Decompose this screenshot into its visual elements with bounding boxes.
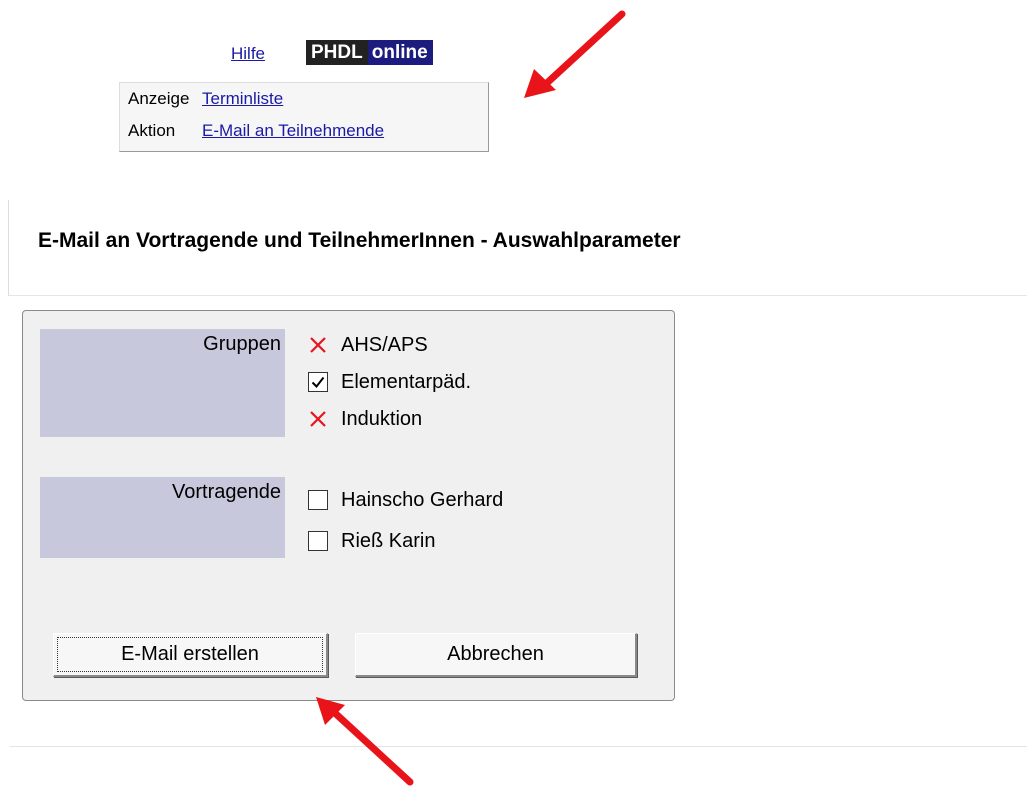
terminliste-link[interactable]: Terminliste — [202, 89, 283, 108]
group-option-elementarpaed[interactable]: Elementarpäd. — [308, 367, 471, 397]
speaker-option-riess[interactable]: Rieß Karin — [308, 526, 435, 556]
cancel-button[interactable]: Abbrechen — [355, 633, 637, 677]
checkmark-icon — [311, 376, 325, 389]
group-option-label: Elementarpäd. — [341, 370, 472, 393]
group-option-label: Induktion — [341, 407, 423, 430]
title-area: E-Mail an Vortragende und TeilnehmerInne… — [8, 200, 1027, 296]
checkbox-unchecked[interactable] — [308, 490, 328, 510]
logo-text-phdl: PHDL — [306, 40, 368, 65]
groups-label: Gruppen — [40, 329, 285, 437]
logo-text-online: online — [367, 40, 433, 65]
nav-row-action: Aktion E-Mail an Teilnehmende — [128, 119, 384, 143]
x-mark-icon — [308, 409, 328, 429]
create-email-button[interactable]: E-Mail erstellen — [53, 633, 328, 677]
speaker-option-hainscho[interactable]: Hainscho Gerhard — [308, 485, 503, 515]
group-option-ahs-aps: AHS/APS — [308, 330, 428, 360]
cancel-button-label: Abbrechen — [447, 643, 544, 665]
help-link[interactable]: Hilfe — [231, 44, 265, 64]
checkbox-checked[interactable] — [308, 372, 328, 392]
nav-label-action: Aktion — [128, 121, 176, 140]
nav-row-display: Anzeige Terminliste — [128, 87, 283, 111]
arrow-icon-top — [524, 10, 626, 98]
group-option-induktion: Induktion — [308, 404, 422, 434]
phdl-online-logo: PHDL online — [306, 40, 433, 65]
create-email-button-label: E-Mail erstellen — [57, 637, 323, 672]
page-title: E-Mail an Vortragende und TeilnehmerInne… — [38, 229, 681, 252]
speakers-label-text: Vortragende — [172, 481, 281, 503]
speaker-option-label: Rieß Karin — [341, 529, 436, 552]
x-mark-icon — [308, 335, 328, 355]
group-option-label: AHS/APS — [341, 333, 428, 356]
arrow-icon-bottom — [316, 697, 414, 786]
navigation-box: Anzeige Terminliste Aktion E-Mail an Teiln… — [119, 82, 489, 152]
speakers-label: Vortragende — [40, 477, 285, 558]
speaker-option-label: Hainscho Gerhard — [341, 488, 504, 511]
groups-label-text: Gruppen — [203, 333, 281, 355]
bottom-divider — [10, 746, 1027, 747]
nav-label-display: Anzeige — [128, 89, 190, 108]
email-participants-link[interactable]: E-Mail an Teilnehmende — [202, 121, 384, 140]
checkbox-unchecked[interactable] — [308, 531, 328, 551]
selection-panel: Gruppen AHS/APS Elementarpäd. Induktion … — [22, 310, 675, 701]
